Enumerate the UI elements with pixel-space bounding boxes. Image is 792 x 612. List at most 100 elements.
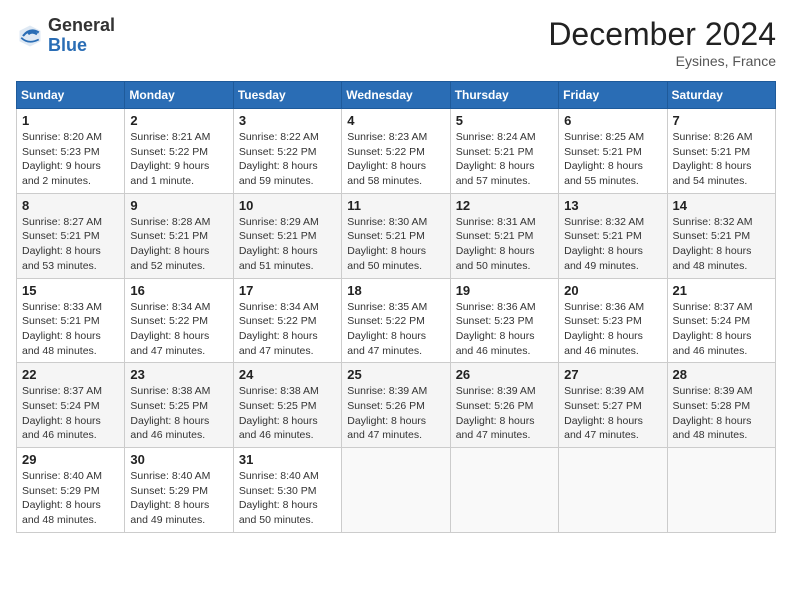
day-detail: Sunrise: 8:34 AMSunset: 5:22 PMDaylight:… xyxy=(130,300,227,359)
day-detail: Sunrise: 8:37 AMSunset: 5:24 PMDaylight:… xyxy=(673,300,770,359)
day-detail: Sunrise: 8:32 AMSunset: 5:21 PMDaylight:… xyxy=(673,215,770,274)
day-detail: Sunrise: 8:36 AMSunset: 5:23 PMDaylight:… xyxy=(564,300,661,359)
calendar-cell: 13 Sunrise: 8:32 AMSunset: 5:21 PMDayligh… xyxy=(559,193,667,278)
calendar-cell: 30 Sunrise: 8:40 AMSunset: 5:29 PMDayligh… xyxy=(125,448,233,533)
day-number: 2 xyxy=(130,113,227,128)
day-detail: Sunrise: 8:26 AMSunset: 5:21 PMDaylight:… xyxy=(673,130,770,189)
day-number: 5 xyxy=(456,113,553,128)
logo-blue-text: Blue xyxy=(48,35,87,55)
day-detail: Sunrise: 8:24 AMSunset: 5:21 PMDaylight:… xyxy=(456,130,553,189)
day-detail: Sunrise: 8:40 AMSunset: 5:29 PMDaylight:… xyxy=(130,469,227,528)
calendar-cell: 22 Sunrise: 8:37 AMSunset: 5:24 PMDayligh… xyxy=(17,363,125,448)
day-number: 29 xyxy=(22,452,119,467)
day-detail: Sunrise: 8:25 AMSunset: 5:21 PMDaylight:… xyxy=(564,130,661,189)
day-number: 6 xyxy=(564,113,661,128)
day-number: 28 xyxy=(673,367,770,382)
title-block: December 2024 Eysines, France xyxy=(548,16,776,69)
day-detail: Sunrise: 8:33 AMSunset: 5:21 PMDaylight:… xyxy=(22,300,119,359)
calendar-cell: 17 Sunrise: 8:34 AMSunset: 5:22 PMDayligh… xyxy=(233,278,341,363)
calendar-cell: 6 Sunrise: 8:25 AMSunset: 5:21 PMDaylight… xyxy=(559,109,667,194)
calendar-header-wednesday: Wednesday xyxy=(342,82,450,109)
calendar-cell xyxy=(342,448,450,533)
day-detail: Sunrise: 8:38 AMSunset: 5:25 PMDaylight:… xyxy=(239,384,336,443)
calendar-cell: 23Sunrise: 8:38 AMSunset: 5:25 PMDayligh… xyxy=(125,363,233,448)
day-number: 22 xyxy=(22,367,119,382)
day-number: 24 xyxy=(239,367,336,382)
calendar-cell: 15 Sunrise: 8:33 AMSunset: 5:21 PMDayligh… xyxy=(17,278,125,363)
calendar-cell: 9 Sunrise: 8:28 AMSunset: 5:21 PMDaylight… xyxy=(125,193,233,278)
calendar-cell: 4 Sunrise: 8:23 AMSunset: 5:22 PMDaylight… xyxy=(342,109,450,194)
day-detail: Sunrise: 8:40 AMSunset: 5:30 PMDaylight:… xyxy=(239,469,336,528)
calendar-week-row: 1 Sunrise: 8:20 AMSunset: 5:23 PMDaylight… xyxy=(17,109,776,194)
day-number: 8 xyxy=(22,198,119,213)
day-number: 3 xyxy=(239,113,336,128)
day-number: 25 xyxy=(347,367,444,382)
day-number: 10 xyxy=(239,198,336,213)
day-detail: Sunrise: 8:27 AMSunset: 5:21 PMDaylight:… xyxy=(22,215,119,274)
calendar-cell: 12 Sunrise: 8:31 AMSunset: 5:21 PMDayligh… xyxy=(450,193,558,278)
calendar-cell: 20Sunrise: 8:36 AMSunset: 5:23 PMDayligh… xyxy=(559,278,667,363)
day-number: 19 xyxy=(456,283,553,298)
logo-icon xyxy=(16,22,44,50)
calendar-cell: 29 Sunrise: 8:40 AMSunset: 5:29 PMDayligh… xyxy=(17,448,125,533)
calendar-header-monday: Monday xyxy=(125,82,233,109)
day-detail: Sunrise: 8:39 AMSunset: 5:27 PMDaylight:… xyxy=(564,384,661,443)
calendar-header-thursday: Thursday xyxy=(450,82,558,109)
calendar-cell: 26Sunrise: 8:39 AMSunset: 5:26 PMDayligh… xyxy=(450,363,558,448)
calendar-cell: 25 Sunrise: 8:39 AMSunset: 5:26 PMDayligh… xyxy=(342,363,450,448)
calendar-week-row: 8 Sunrise: 8:27 AMSunset: 5:21 PMDaylight… xyxy=(17,193,776,278)
day-number: 17 xyxy=(239,283,336,298)
day-detail: Sunrise: 8:34 AMSunset: 5:22 PMDaylight:… xyxy=(239,300,336,359)
day-detail: Sunrise: 8:39 AMSunset: 5:26 PMDaylight:… xyxy=(347,384,444,443)
day-number: 14 xyxy=(673,198,770,213)
calendar-cell: 2 Sunrise: 8:21 AMSunset: 5:22 PMDaylight… xyxy=(125,109,233,194)
day-detail: Sunrise: 8:31 AMSunset: 5:21 PMDaylight:… xyxy=(456,215,553,274)
day-number: 26 xyxy=(456,367,553,382)
calendar-cell: 8 Sunrise: 8:27 AMSunset: 5:21 PMDaylight… xyxy=(17,193,125,278)
day-detail: Sunrise: 8:23 AMSunset: 5:22 PMDaylight:… xyxy=(347,130,444,189)
calendar-cell xyxy=(667,448,775,533)
day-number: 11 xyxy=(347,198,444,213)
calendar-cell: 14 Sunrise: 8:32 AMSunset: 5:21 PMDayligh… xyxy=(667,193,775,278)
logo-general-text: General xyxy=(48,15,115,35)
day-number: 18 xyxy=(347,283,444,298)
day-detail: Sunrise: 8:40 AMSunset: 5:29 PMDaylight:… xyxy=(22,469,119,528)
calendar-table: SundayMondayTuesdayWednesdayThursdayFrid… xyxy=(16,81,776,533)
calendar-cell: 24 Sunrise: 8:38 AMSunset: 5:25 PMDayligh… xyxy=(233,363,341,448)
day-number: 13 xyxy=(564,198,661,213)
day-number: 9 xyxy=(130,198,227,213)
day-number: 15 xyxy=(22,283,119,298)
location: Eysines, France xyxy=(548,53,776,69)
day-detail: Sunrise: 8:35 AMSunset: 5:22 PMDaylight:… xyxy=(347,300,444,359)
calendar-cell: 1 Sunrise: 8:20 AMSunset: 5:23 PMDaylight… xyxy=(17,109,125,194)
day-detail: Sunrise: 8:32 AMSunset: 5:21 PMDaylight:… xyxy=(564,215,661,274)
day-number: 31 xyxy=(239,452,336,467)
day-number: 1 xyxy=(22,113,119,128)
logo: General Blue xyxy=(16,16,115,56)
calendar-header-row: SundayMondayTuesdayWednesdayThursdayFrid… xyxy=(17,82,776,109)
day-detail: Sunrise: 8:36 AMSunset: 5:23 PMDaylight:… xyxy=(456,300,553,359)
day-detail: Sunrise: 8:39 AMSunset: 5:28 PMDaylight:… xyxy=(673,384,770,443)
page-header: General Blue December 2024 Eysines, Fran… xyxy=(16,16,776,69)
day-detail: Sunrise: 8:20 AMSunset: 5:23 PMDaylight:… xyxy=(22,130,119,189)
day-number: 27 xyxy=(564,367,661,382)
calendar-week-row: 15 Sunrise: 8:33 AMSunset: 5:21 PMDayligh… xyxy=(17,278,776,363)
calendar-cell: 10Sunrise: 8:29 AMSunset: 5:21 PMDayligh… xyxy=(233,193,341,278)
calendar-cell xyxy=(559,448,667,533)
day-detail: Sunrise: 8:30 AMSunset: 5:21 PMDaylight:… xyxy=(347,215,444,274)
day-detail: Sunrise: 8:37 AMSunset: 5:24 PMDaylight:… xyxy=(22,384,119,443)
calendar-cell: 16 Sunrise: 8:34 AMSunset: 5:22 PMDayligh… xyxy=(125,278,233,363)
day-number: 30 xyxy=(130,452,227,467)
day-number: 12 xyxy=(456,198,553,213)
day-number: 21 xyxy=(673,283,770,298)
calendar-cell: 28 Sunrise: 8:39 AMSunset: 5:28 PMDayligh… xyxy=(667,363,775,448)
day-number: 4 xyxy=(347,113,444,128)
calendar-header-sunday: Sunday xyxy=(17,82,125,109)
calendar-cell: 31 Sunrise: 8:40 AMSunset: 5:30 PMDayligh… xyxy=(233,448,341,533)
day-detail: Sunrise: 8:22 AMSunset: 5:22 PMDaylight:… xyxy=(239,130,336,189)
day-detail: Sunrise: 8:21 AMSunset: 5:22 PMDaylight:… xyxy=(130,130,227,189)
calendar-week-row: 29 Sunrise: 8:40 AMSunset: 5:29 PMDayligh… xyxy=(17,448,776,533)
day-number: 16 xyxy=(130,283,227,298)
day-detail: Sunrise: 8:28 AMSunset: 5:21 PMDaylight:… xyxy=(130,215,227,274)
calendar-cell: 5 Sunrise: 8:24 AMSunset: 5:21 PMDaylight… xyxy=(450,109,558,194)
